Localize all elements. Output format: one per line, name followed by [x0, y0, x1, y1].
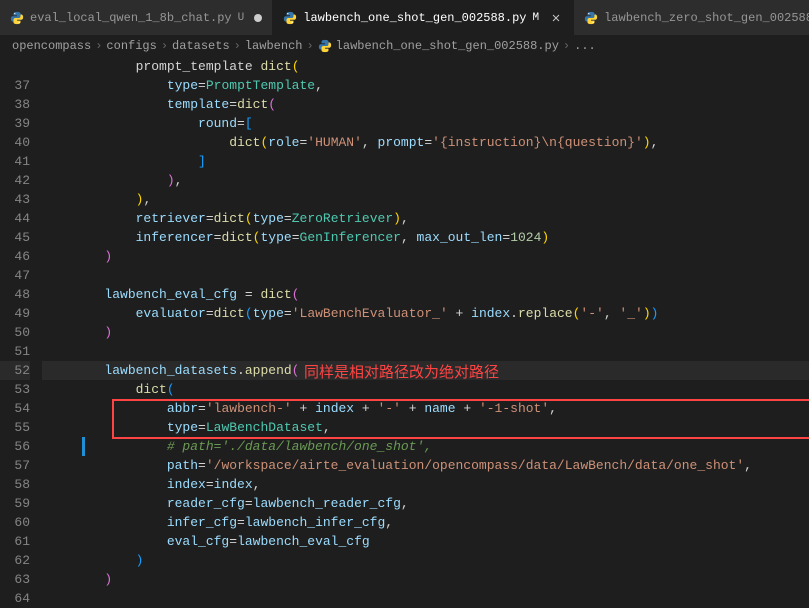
tab-label: lawbench_zero_shot_gen_002588.py	[604, 11, 809, 25]
line-number: 55	[0, 418, 30, 437]
line-number: 38	[0, 95, 30, 114]
line-number: 51	[0, 342, 30, 361]
tab-status: U	[238, 12, 245, 24]
tab-status: M	[533, 12, 540, 24]
line-number: 60	[0, 513, 30, 532]
line-number-gutter: 3738394041424344454647484950515253545556…	[0, 57, 42, 607]
line-number: 59	[0, 494, 30, 513]
breadcrumb-item[interactable]: ...	[574, 39, 596, 53]
tab-zero-shot[interactable]: lawbench_zero_shot_gen_002588.py M	[574, 0, 809, 35]
tab-eval-local[interactable]: eval_local_qwen_1_8b_chat.py U	[0, 0, 273, 35]
line-number: 41	[0, 152, 30, 171]
line-number: 63	[0, 570, 30, 589]
line-number: 61	[0, 532, 30, 551]
line-number: 57	[0, 456, 30, 475]
chevron-right-icon: ›	[563, 39, 570, 53]
breadcrumb-item[interactable]: opencompass	[12, 39, 91, 53]
tab-dirty-indicator	[254, 14, 262, 22]
tab-label: lawbench_one_shot_gen_002588.py	[303, 11, 526, 25]
line-number: 37	[0, 76, 30, 95]
tab-one-shot[interactable]: lawbench_one_shot_gen_002588.py M	[273, 0, 574, 35]
line-number: 44	[0, 209, 30, 228]
line-number: 50	[0, 323, 30, 342]
breadcrumb-item[interactable]: lawbench_one_shot_gen_002588.py	[336, 39, 559, 53]
breadcrumb-item[interactable]: datasets	[172, 39, 230, 53]
line-number: 56	[0, 437, 30, 456]
chevron-right-icon: ›	[306, 39, 313, 53]
python-icon	[283, 11, 297, 25]
breadcrumb[interactable]: opencompass › configs › datasets › lawbench…	[0, 35, 809, 57]
tab-label: eval_local_qwen_1_8b_chat.py	[30, 11, 232, 25]
close-icon[interactable]	[549, 11, 563, 25]
chevron-right-icon: ›	[95, 39, 102, 53]
line-number: 45	[0, 228, 30, 247]
line-number: 46	[0, 247, 30, 266]
breadcrumb-item[interactable]: lawbench	[245, 39, 303, 53]
code-editor[interactable]: 3738394041424344454647484950515253545556…	[0, 57, 809, 607]
line-number: 58	[0, 475, 30, 494]
line-number: 54	[0, 399, 30, 418]
python-icon	[10, 11, 24, 25]
line-number: 53	[0, 380, 30, 399]
gutter-modification-indicator	[82, 437, 85, 456]
chevron-right-icon: ›	[161, 39, 168, 53]
line-number: 49	[0, 304, 30, 323]
code-content[interactable]: prompt_template dict( type=PromptTemplat…	[42, 57, 809, 607]
line-number: 39	[0, 114, 30, 133]
python-icon	[318, 39, 332, 53]
line-number	[0, 57, 30, 76]
line-number: 52	[0, 361, 30, 380]
chevron-right-icon: ›	[234, 39, 241, 53]
python-icon	[584, 11, 598, 25]
line-number: 43	[0, 190, 30, 209]
line-number: 47	[0, 266, 30, 285]
line-number: 48	[0, 285, 30, 304]
line-number: 64	[0, 589, 30, 608]
line-number: 62	[0, 551, 30, 570]
line-number: 40	[0, 133, 30, 152]
breadcrumb-item[interactable]: configs	[106, 39, 156, 53]
tab-bar: eval_local_qwen_1_8b_chat.py U lawbench_…	[0, 0, 809, 35]
line-number: 42	[0, 171, 30, 190]
